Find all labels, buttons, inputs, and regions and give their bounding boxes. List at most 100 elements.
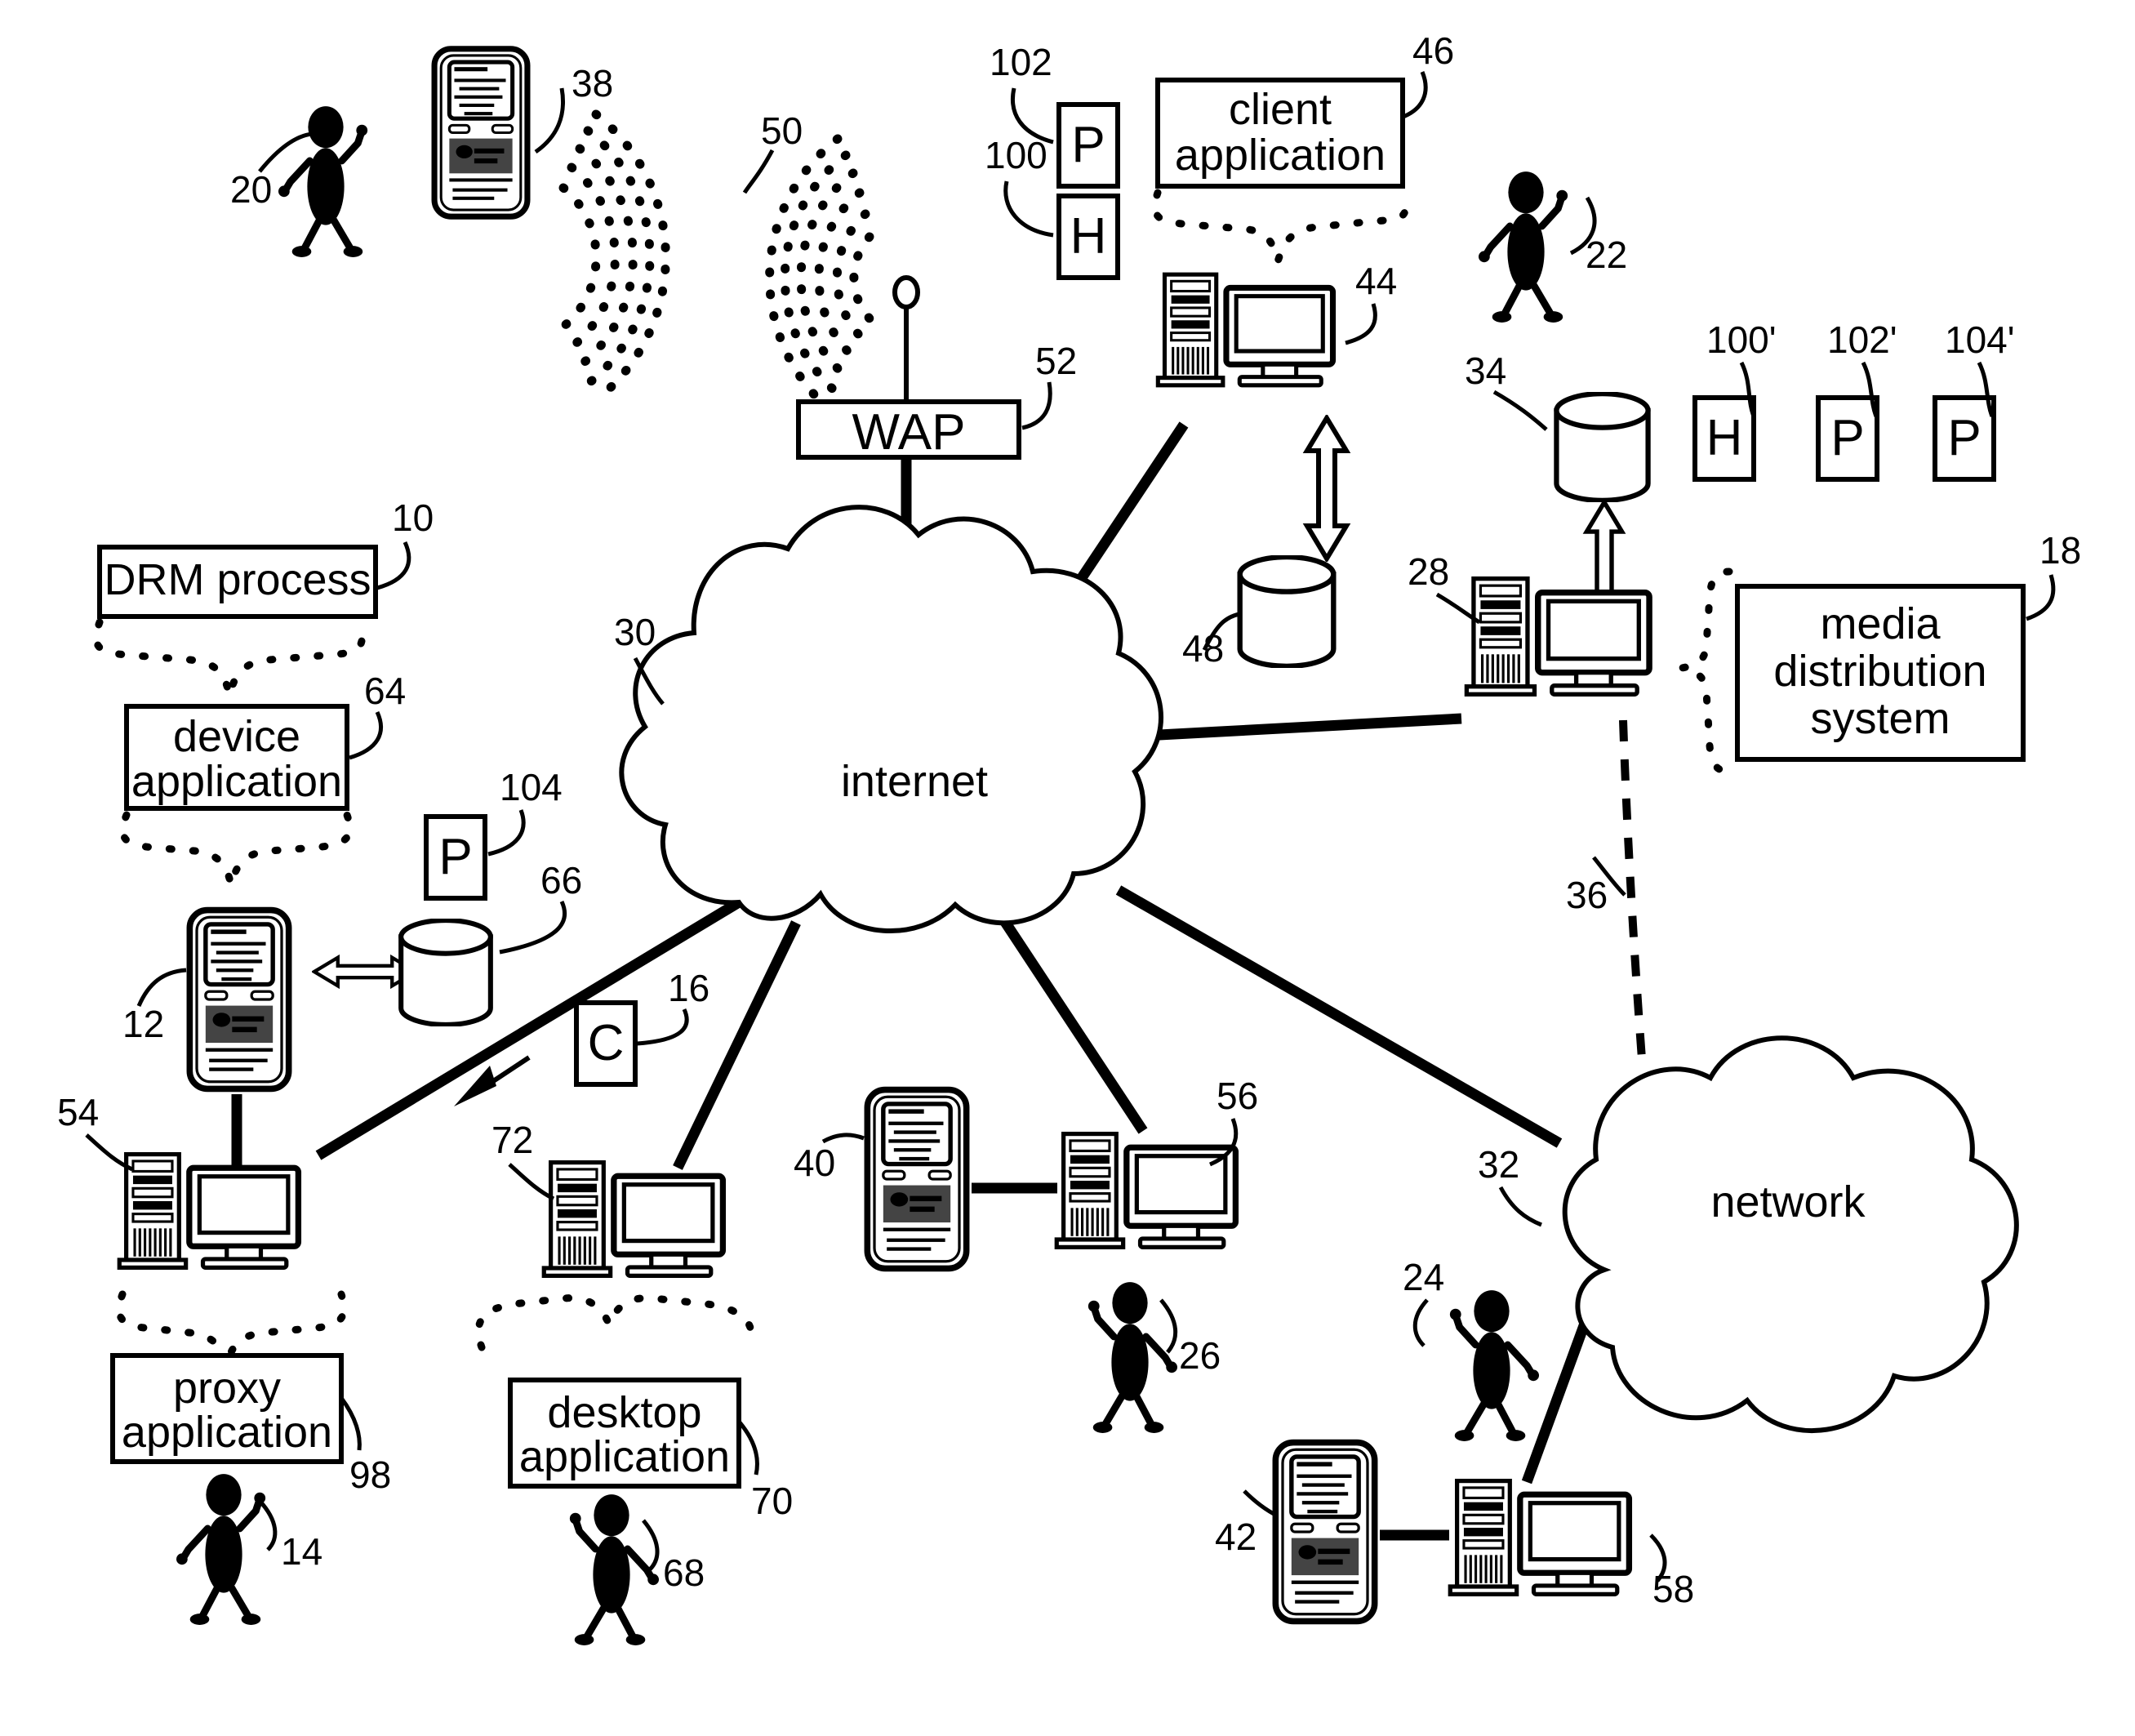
ref-14: 14 [281,1530,322,1573]
ref-46: 46 [1412,29,1454,72]
device-application-box: device application [124,704,349,811]
ref-38: 38 [572,62,613,105]
computer-72 [544,1163,723,1276]
ref-64: 64 [364,670,406,712]
network-cloud-label: network [1710,1177,1866,1226]
client-application-line1: client [1229,85,1332,134]
patent-figure-canvas: internet network P H client application … [0,0,2135,1736]
ref-26: 26 [1179,1334,1221,1377]
ref-66: 66 [540,859,582,901]
glyph-box-h-right-label: H [1706,410,1743,466]
glyph-box-p-right-1: P [1816,395,1879,482]
drm-process-box: DRM process [97,545,378,619]
server-computer-44 [1158,274,1332,385]
ref-28: 28 [1408,550,1449,593]
drm-process-label: DRM process [104,555,371,604]
ref-54: 54 [57,1091,99,1133]
ref-10: 10 [392,496,434,539]
device-application-line2: application [131,757,342,806]
ref-104p: 104' [1945,318,2015,361]
network-cloud: network [1562,1035,2019,1434]
glyph-box-p-right-2-label: P [1947,410,1981,466]
ref-100: 100 [985,134,1047,176]
wireless-signal-waves [558,109,920,421]
ref-50: 50 [761,109,803,152]
proxy-application-line2: application [122,1408,332,1457]
glyph-box-h-right: H [1692,395,1756,482]
ref-22: 22 [1586,234,1627,276]
ref-16: 16 [668,967,709,1009]
brace-client-application [1151,189,1410,274]
desktop-application-line2: application [519,1432,730,1481]
user-stick-figure-68 [570,1494,659,1645]
client-application-box: client application [1155,78,1405,189]
dashed-link-36 [1619,719,1647,1071]
proxy-application-box: proxy application [110,1353,344,1464]
glyph-box-c-label: C [588,1015,625,1071]
ref-44: 44 [1355,260,1397,302]
glyph-box-p-top-label: P [1071,117,1105,173]
brace-desktop-application [474,1294,755,1351]
ref-104: 104 [500,766,563,808]
mds-line3: system [1810,694,1950,743]
ref-36: 36 [1566,874,1608,916]
ref-98: 98 [349,1453,391,1496]
ref-40: 40 [794,1142,835,1184]
desktop-application-line1: desktop [547,1388,701,1437]
ref-102: 102 [990,41,1052,83]
user-stick-figure-24 [1450,1290,1539,1441]
glyph-box-h-top: H [1056,194,1120,280]
handheld-device-12 [189,910,288,1089]
ref-72: 72 [491,1119,533,1161]
brace-media-distribution [1680,568,1733,776]
arrow-44-to-48 [1307,418,1346,559]
computer-54 [119,1155,298,1268]
glyph-box-p-right-1-label: P [1830,410,1864,466]
server-computer-28 [1466,579,1649,695]
handheld-device-40 [867,1090,966,1269]
glyph-box-p-right-2: P [1933,395,1996,482]
ref-68: 68 [663,1551,705,1594]
glyph-box-c: C [574,1000,638,1087]
user-stick-figure-22 [1479,171,1568,323]
ref-30: 30 [614,611,656,653]
glyph-box-p-top: P [1056,102,1120,189]
ref-70: 70 [751,1480,793,1522]
ref-100p: 100' [1706,318,1777,361]
internet-cloud-label: internet [841,757,988,806]
mds-line1: media [1820,599,1941,648]
media-distribution-system-box: media distribution system [1735,584,2026,762]
ref-18: 18 [2039,529,2081,572]
ref-102p: 102' [1827,318,1897,361]
brace-drm-process [92,618,366,697]
computer-58 [1450,1481,1629,1595]
client-application-line2: application [1175,131,1386,180]
ref-56: 56 [1217,1075,1258,1117]
proxy-application-line1: proxy [173,1364,281,1413]
computer-56 [1056,1134,1235,1248]
glyph-box-h-top-label: H [1070,208,1107,265]
ref-48: 48 [1182,627,1224,670]
ref-32: 32 [1478,1143,1519,1186]
wap-label: WAP [852,404,966,461]
glyph-box-p-left: P [424,814,487,901]
device-application-line1: device [173,712,300,761]
database-48 [1240,557,1334,666]
ref-12: 12 [122,1003,164,1045]
desktop-application-box: desktop application [508,1378,741,1489]
handheld-device-top-left [434,49,527,216]
mds-line2: distribution [1773,647,1986,696]
handheld-device-42 [1275,1443,1374,1622]
ref-58: 58 [1652,1568,1694,1610]
user-stick-figure-20 [278,106,367,257]
ref-34: 34 [1465,349,1506,392]
brace-device-application [118,811,354,887]
ref-42: 42 [1215,1516,1257,1558]
ref-52: 52 [1035,340,1077,382]
user-stick-figure-14 [176,1474,265,1625]
database-34 [1556,394,1648,501]
database-66 [401,920,491,1025]
ref-20: 20 [230,168,272,211]
ref-24: 24 [1403,1256,1444,1298]
glyph-box-p-left-label: P [438,829,472,885]
